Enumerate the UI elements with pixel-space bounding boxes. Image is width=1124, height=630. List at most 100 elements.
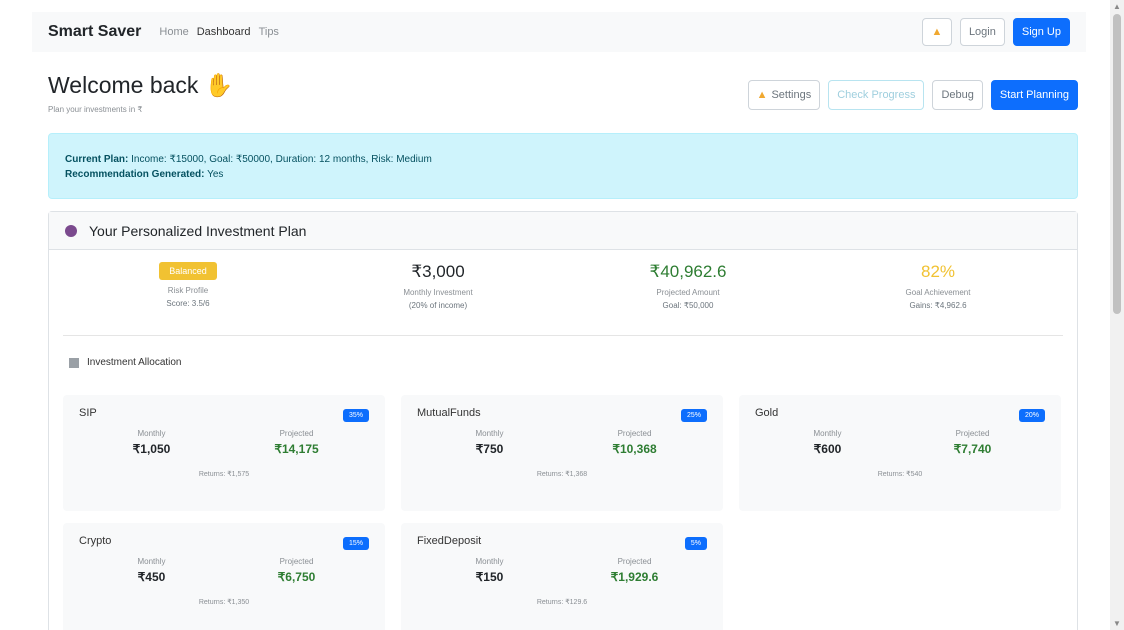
stat-value: 82% — [920, 262, 956, 281]
tile-returns: Returns: ₹540 — [877, 471, 923, 478]
tile-values: Monthly ₹150 Projected ₹1,929.6 — [417, 557, 707, 584]
navbar: Smart Saver Home Dashboard Tips ▲ Login … — [32, 12, 1086, 52]
tile-name: MutualFunds — [417, 407, 481, 419]
tile-values: Monthly ₹450 Projected ₹6,750 — [79, 557, 369, 584]
monthly-value: ₹750 — [475, 442, 504, 456]
signup-button[interactable]: Sign Up — [1012, 18, 1070, 46]
rec-text: Yes — [204, 169, 224, 180]
debug-button[interactable]: Debug — [932, 80, 983, 110]
monthly-col: Monthly ₹1,050 — [79, 429, 224, 456]
rec-label: Recommendation Generated: — [65, 169, 205, 180]
page-header: Welcome back ✋ Plan your investments in … — [48, 72, 1078, 122]
notification-button[interactable]: ▲ — [921, 18, 952, 46]
header-actions: ▲ Settings Check Progress Debug Start Pl… — [747, 80, 1078, 110]
monthly-label: Monthly — [137, 557, 166, 566]
risk-badge: Balanced — [159, 262, 217, 280]
tile-percent-badge: 5% — [684, 537, 707, 550]
tile-returns: Returns: ₹129.6 — [536, 599, 588, 606]
investment-plan-card: Your Personalized Investment Plan Balanc… — [48, 211, 1078, 630]
tile-returns: Returns: ₹1,575 — [198, 471, 250, 478]
projected-label: Projected — [955, 429, 990, 438]
allocation-title: Investment Allocation — [69, 357, 182, 368]
stat-detail: Goal: ₹50,000 — [662, 301, 714, 310]
monthly-col: Monthly ₹150 — [417, 557, 562, 584]
plan-text: Income: ₹15000, Goal: ₹50000, Duration: … — [128, 154, 432, 165]
monthly-col: Monthly ₹450 — [79, 557, 224, 584]
tile-percent-badge: 25% — [680, 409, 707, 422]
nav-link-home[interactable]: Home — [159, 26, 188, 38]
monthly-col: Monthly ₹750 — [417, 429, 562, 456]
stat-label: Monthly Investment — [403, 288, 473, 297]
projected-value: ₹6,750 — [277, 570, 316, 584]
scroll-up-icon[interactable]: ▲ — [1113, 2, 1121, 11]
stat-value: ₹3,000 — [411, 262, 465, 281]
monthly-label: Monthly — [813, 429, 842, 438]
projected-value: ₹7,740 — [953, 442, 992, 456]
stat-label: Goal Achievement — [905, 288, 971, 297]
nav-actions: ▲ Login Sign Up — [921, 18, 1070, 46]
monthly-label: Monthly — [137, 429, 166, 438]
plan-line: Current Plan: Income: ₹15000, Goal: ₹500… — [65, 152, 1061, 167]
login-button[interactable]: Login — [959, 18, 1005, 46]
projected-col: Projected ₹7,740 — [900, 429, 1045, 456]
monthly-value: ₹150 — [475, 570, 504, 584]
tile-returns: Returns: ₹1,350 — [198, 599, 250, 606]
tile-percent-badge: 35% — [342, 409, 369, 422]
welcome-text: Welcome back — [48, 72, 199, 98]
projected-col: Projected ₹10,368 — [562, 429, 707, 456]
projected-col: Projected ₹6,750 — [224, 557, 369, 584]
stat-detail: Gains: ₹4,962.6 — [909, 301, 967, 310]
tile-values: Monthly ₹600 Projected ₹7,740 — [755, 429, 1045, 456]
tile-values: Monthly ₹750 Projected ₹10,368 — [417, 429, 707, 456]
nav-link-tips[interactable]: Tips — [259, 26, 279, 38]
plan-label: Current Plan: — [65, 154, 129, 165]
projected-label: Projected — [279, 557, 314, 566]
tile-values: Monthly ₹1,050 Projected ₹14,175 — [79, 429, 369, 456]
stat-detail: (20% of income) — [408, 301, 468, 310]
plan-icon — [65, 224, 77, 237]
brand-logo[interactable]: Smart Saver — [48, 23, 141, 41]
check-progress-button[interactable]: Check Progress — [828, 80, 925, 110]
monthly-value: ₹450 — [137, 570, 166, 584]
stat-detail: Score: 3.5/6 — [166, 299, 210, 308]
recommendation-line: Recommendation Generated: Yes — [65, 167, 1061, 182]
tile-percent-badge: 15% — [342, 537, 369, 550]
stat-projected-amount: ₹40,962.6 Projected Amount Goal: ₹50,000 — [563, 258, 813, 335]
stat-goal-achievement: 82% Goal Achievement Gains: ₹4,962.6 — [813, 258, 1063, 335]
projected-col: Projected ₹1,929.6 — [562, 557, 707, 584]
projected-label: Projected — [279, 429, 314, 438]
stats-row: Balanced Risk Profile Score: 3.5/6 ₹3,00… — [63, 258, 1063, 336]
allocation-tile-crypto: Crypto 15% Monthly ₹450 Projected ₹6,750… — [63, 523, 385, 630]
monthly-value: ₹600 — [813, 442, 842, 456]
wave-hand-icon: ✋ — [204, 72, 234, 98]
allocation-title-text: Investment Allocation — [87, 357, 182, 368]
bell-icon: ▲ — [756, 89, 768, 101]
start-planning-button[interactable]: Start Planning — [990, 80, 1078, 110]
allocation-tile-sip: SIP 35% Monthly ₹1,050 Projected ₹14,175… — [63, 395, 385, 511]
projected-value: ₹10,368 — [612, 442, 657, 456]
settings-button[interactable]: ▲ Settings — [747, 80, 821, 110]
allocation-tile-gold: Gold 20% Monthly ₹600 Projected ₹7,740 R… — [739, 395, 1061, 511]
settings-label: Settings — [771, 89, 812, 101]
scrollbar[interactable]: ▲ ▼ — [1110, 0, 1124, 630]
projected-label: Projected — [617, 557, 652, 566]
projected-col: Projected ₹14,175 — [224, 429, 369, 456]
stat-label: Risk Profile — [167, 286, 209, 295]
monthly-col: Monthly ₹600 — [755, 429, 900, 456]
projected-value: ₹1,929.6 — [610, 570, 659, 584]
stat-value: ₹40,962.6 — [649, 262, 727, 281]
monthly-label: Monthly — [475, 429, 504, 438]
tile-returns: Returns: ₹1,368 — [536, 471, 588, 478]
tile-name: Gold — [755, 407, 779, 419]
tile-name: FixedDeposit — [417, 535, 482, 547]
nav-link-dashboard[interactable]: Dashboard — [197, 26, 251, 38]
card-title: Your Personalized Investment Plan — [89, 222, 307, 239]
monthly-value: ₹1,050 — [132, 442, 171, 456]
current-plan-alert: Current Plan: Income: ₹15000, Goal: ₹500… — [48, 133, 1078, 199]
tile-percent-badge: 20% — [1018, 409, 1045, 422]
scroll-thumb[interactable] — [1113, 14, 1121, 314]
scroll-down-icon[interactable]: ▼ — [1113, 619, 1121, 628]
tile-name: Crypto — [79, 535, 112, 547]
stat-risk-profile: Balanced Risk Profile Score: 3.5/6 — [63, 258, 313, 335]
tile-name: SIP — [79, 407, 97, 419]
